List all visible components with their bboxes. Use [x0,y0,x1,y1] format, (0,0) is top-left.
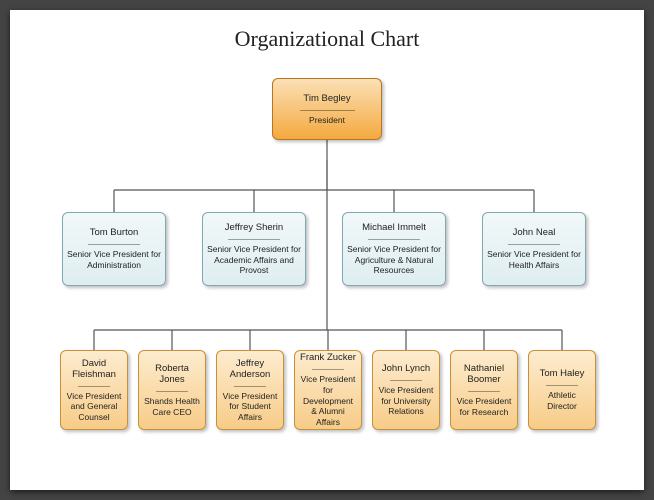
node-role: Vice President for University Relations [377,385,435,417]
node-vp: Jeffrey Anderson Vice President for Stud… [216,350,284,430]
node-role: Senior Vice President for Health Affairs [487,249,581,270]
node-vp: John Lynch Vice President for University… [372,350,440,430]
node-role: Vice President and General Counsel [65,391,123,423]
node-role: Vice President for Research [455,396,513,417]
node-name: Jeffrey Sherin [225,222,283,233]
node-name: Tim Begley [303,93,350,104]
node-name: Jeffrey Anderson [221,358,279,380]
node-name: John Lynch [382,363,430,374]
node-svp: Tom Burton Senior Vice President for Adm… [62,212,166,286]
node-name: Tom Burton [90,227,139,238]
node-president: Tim Begley President [272,78,382,140]
node-vp: Nathaniel Boomer Vice President for Rese… [450,350,518,430]
node-role: Senior Vice President for Agriculture & … [347,244,441,276]
node-role: Senior Vice President for Academic Affai… [207,244,301,276]
node-role: President [309,115,345,126]
node-role: Athletic Director [533,390,591,411]
node-name: David Fleishman [65,358,123,380]
node-svp: John Neal Senior Vice President for Heal… [482,212,586,286]
node-role: Shands Health Care CEO [143,396,201,417]
chart-title: Organizational Chart [10,26,644,52]
node-name: Tom Haley [540,368,585,379]
node-svp: Michael Immelt Senior Vice President for… [342,212,446,286]
node-name: Frank Zucker [300,352,356,363]
node-vp: Tom Haley Athletic Director [528,350,596,430]
org-chart-canvas: Organizational Chart Tim Begley Presiden… [10,10,644,490]
node-name: Nathaniel Boomer [455,363,513,385]
node-role: Vice President for Student Affairs [221,391,279,423]
node-vp: Roberta Jones Shands Health Care CEO [138,350,206,430]
node-svp: Jeffrey Sherin Senior Vice President for… [202,212,306,286]
node-vp: Frank Zucker Vice President for Developm… [294,350,362,430]
node-name: John Neal [513,227,556,238]
node-name: Roberta Jones [143,363,201,385]
node-name: Michael Immelt [362,222,426,233]
node-role: Vice President for Development & Alumni … [299,374,357,427]
node-role: Senior Vice President for Administration [67,249,161,270]
node-vp: David Fleishman Vice President and Gener… [60,350,128,430]
